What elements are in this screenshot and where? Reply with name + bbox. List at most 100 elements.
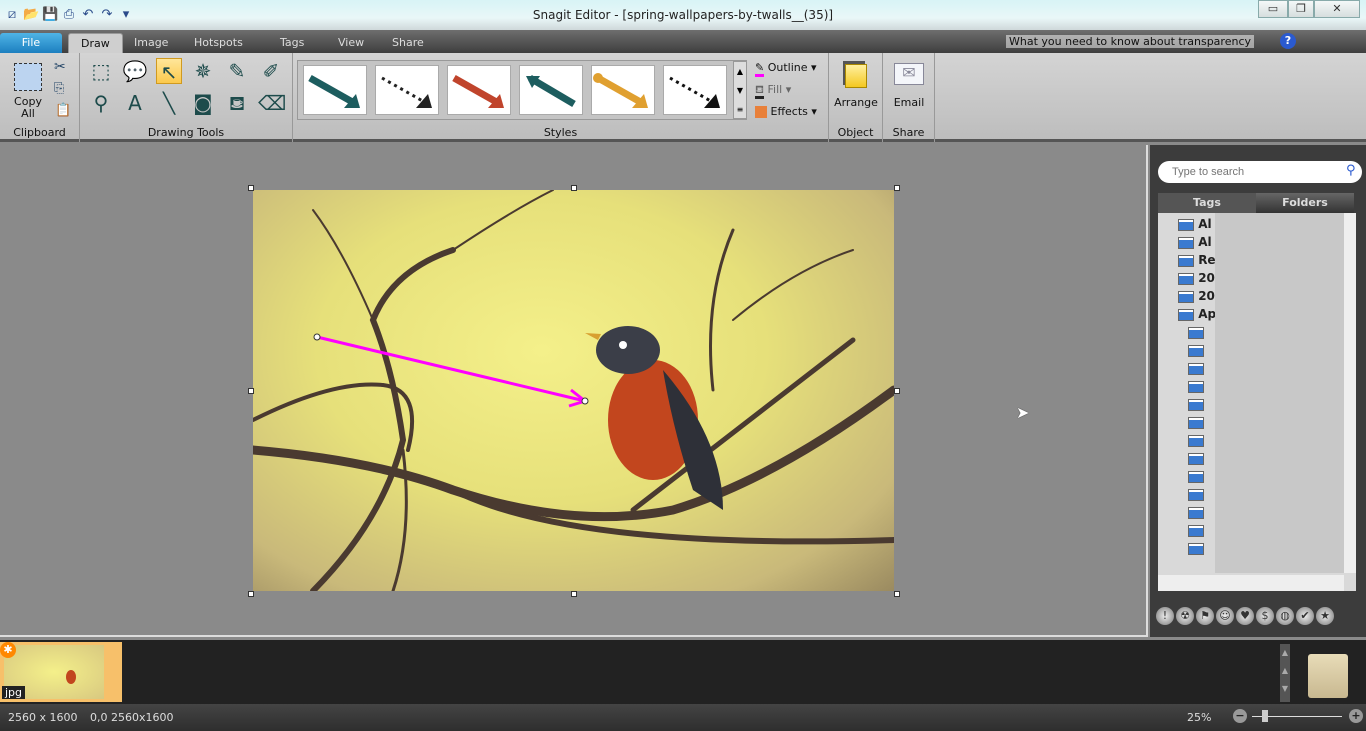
image-icon — [1188, 470, 1204, 483]
fill-icon: ⛾ — [755, 83, 764, 99]
resize-handle[interactable] — [894, 388, 900, 394]
line-tool-icon[interactable]: ╲ — [156, 90, 182, 116]
style-preset[interactable] — [519, 65, 583, 115]
check-tag-icon[interactable]: ✔ — [1296, 607, 1314, 625]
image-icon — [1188, 488, 1204, 501]
style-preset[interactable] — [447, 65, 511, 115]
image-icon — [1188, 416, 1204, 429]
flag-tag-icon[interactable]: ⚑ — [1196, 607, 1214, 625]
eraser-tool-icon[interactable]: ⌫ — [258, 90, 286, 116]
pen-tool-icon[interactable]: ✎ — [224, 58, 250, 84]
tab-tags[interactable]: Tags — [1158, 193, 1256, 213]
magnifier-tool-icon[interactable]: ⚲ — [88, 90, 114, 116]
vertical-scrollbar[interactable] — [1344, 213, 1356, 573]
annotation-arrow[interactable] — [316, 335, 586, 403]
fill-button[interactable]: ⛾ Fill ▾ — [755, 83, 791, 99]
text-tool-icon[interactable]: A — [122, 90, 148, 116]
copy-all-label: All — [21, 107, 35, 120]
filmstrip: ✱ jpg ▲ ▲ ▼ — [0, 640, 1366, 704]
fill-label: Fill — [767, 83, 783, 96]
heart-tag-icon[interactable]: ♥ — [1236, 607, 1254, 625]
thumbnail[interactable]: ✱ jpg — [0, 642, 122, 702]
object-group: Arrange Object — [829, 53, 883, 142]
email-button[interactable]: ✉ Email — [883, 53, 935, 121]
resize-handle[interactable] — [894, 185, 900, 191]
copy-icon[interactable]: ⎘ — [54, 81, 64, 96]
image-canvas[interactable] — [253, 190, 894, 591]
tab-draw[interactable]: Draw — [68, 33, 123, 53]
status-bar: 2560 x 1600 0,0 2560x1600 25% − + — [0, 704, 1366, 731]
image-icon — [1188, 434, 1204, 447]
restore-button[interactable]: ❐ — [1288, 0, 1314, 18]
effects-button[interactable]: Effects ▾ — [755, 105, 817, 118]
clipboard-group: Copy All ✂ ⎘ 📋 Clipboard — [0, 53, 80, 142]
resize-handle[interactable] — [894, 591, 900, 597]
outline-icon: ✎ — [755, 61, 765, 77]
resize-handle[interactable] — [248, 591, 254, 597]
tab-hotspots[interactable]: Hotspots — [182, 33, 255, 53]
zoom-level: 25% — [1187, 711, 1212, 724]
mouse-cursor-icon: ➤ — [1016, 403, 1030, 422]
tab-share[interactable]: Share — [380, 33, 436, 53]
style-preset[interactable] — [663, 65, 727, 115]
style-preset[interactable] — [591, 65, 655, 115]
new-capture-icon: ✱ — [0, 642, 16, 658]
copy-all-icon[interactable] — [14, 63, 42, 91]
paste-icon[interactable]: 📋 — [55, 103, 71, 118]
zoom-in-icon[interactable]: + — [1349, 709, 1363, 723]
image-dimensions: 2560 x 1600 — [8, 711, 78, 724]
search-icon[interactable]: ⚲ — [1346, 163, 1356, 178]
resize-handle[interactable] — [571, 185, 577, 191]
cursor-position: 0,0 2560x1600 — [90, 711, 174, 724]
resize-handle[interactable] — [571, 591, 577, 597]
tab-view[interactable]: View — [326, 33, 376, 53]
star-tag-icon[interactable]: ★ — [1316, 607, 1334, 625]
copy-all-button[interactable]: Copy All — [8, 96, 48, 120]
tab-tags[interactable]: Tags — [268, 33, 316, 53]
important-tag-icon[interactable]: ! — [1156, 607, 1174, 625]
smiley-tag-icon[interactable]: ☺ — [1216, 607, 1234, 625]
zoom-out-icon[interactable]: − — [1233, 709, 1247, 723]
cut-icon[interactable]: ✂ — [54, 59, 66, 75]
library-panel: ⚲ Tags Folders Al Al Re 20 20 Ap !☢⚑☺♥$◍… — [1150, 145, 1366, 637]
zoom-slider-thumb[interactable] — [1262, 710, 1268, 722]
fill-tool-icon[interactable]: ⛾ — [224, 90, 250, 116]
style-preset[interactable] — [375, 65, 439, 115]
stamp-tool-icon[interactable]: ✵ — [190, 58, 216, 84]
close-button[interactable]: ✕ — [1314, 0, 1360, 18]
lightbulb-tag-icon[interactable]: ◍ — [1276, 607, 1294, 625]
arrange-button[interactable]: Arrange — [829, 53, 883, 121]
group-label: Share — [892, 126, 925, 139]
style-preset[interactable] — [303, 65, 367, 115]
window-title: Snagit Editor - [spring-wallpapers-by-tw… — [532, 8, 834, 22]
callout-tool-icon[interactable]: 💬 — [122, 58, 148, 84]
selection-tool-icon[interactable]: ⬚ — [88, 58, 114, 84]
image-icon — [1188, 362, 1204, 375]
tab-image[interactable]: Image — [122, 33, 180, 53]
resize-handle[interactable] — [248, 185, 254, 191]
horizontal-scrollbar[interactable] — [1158, 575, 1344, 591]
resize-handle[interactable] — [248, 388, 254, 394]
styles-scroll[interactable]: ▲ ▼ ≡ — [733, 61, 747, 119]
filmstrip-scroll[interactable]: ▲ ▲ ▼ — [1280, 644, 1290, 702]
outline-button[interactable]: ✎ Outline ▾ — [755, 61, 817, 77]
shape-tool-icon[interactable]: ◙ — [190, 90, 216, 116]
radioactive-tag-icon[interactable]: ☢ — [1176, 607, 1194, 625]
folder-icon[interactable] — [1308, 654, 1348, 698]
highlighter-tool-icon[interactable]: ✐ — [258, 58, 284, 84]
tab-file[interactable]: File — [0, 33, 62, 53]
arrow-tool-icon[interactable]: ↖ — [156, 58, 182, 84]
tab-folders[interactable]: Folders — [1256, 193, 1354, 213]
tree-item-label: Re — [1198, 253, 1216, 267]
image-icon — [1188, 326, 1204, 339]
help-text[interactable]: What you need to know about transparency — [1005, 35, 1254, 48]
search-input[interactable] — [1158, 161, 1362, 183]
minimize-button[interactable]: ▭ — [1258, 0, 1288, 18]
library-tree[interactable]: Al Al Re 20 20 Ap — [1158, 213, 1356, 591]
email-icon: ✉ — [894, 63, 924, 85]
file-type-label: jpg — [2, 686, 26, 699]
help-icon[interactable]: ? — [1280, 33, 1296, 49]
dollar-tag-icon[interactable]: $ — [1256, 607, 1274, 625]
folder-icon — [1178, 272, 1194, 285]
image-icon — [1188, 398, 1204, 411]
